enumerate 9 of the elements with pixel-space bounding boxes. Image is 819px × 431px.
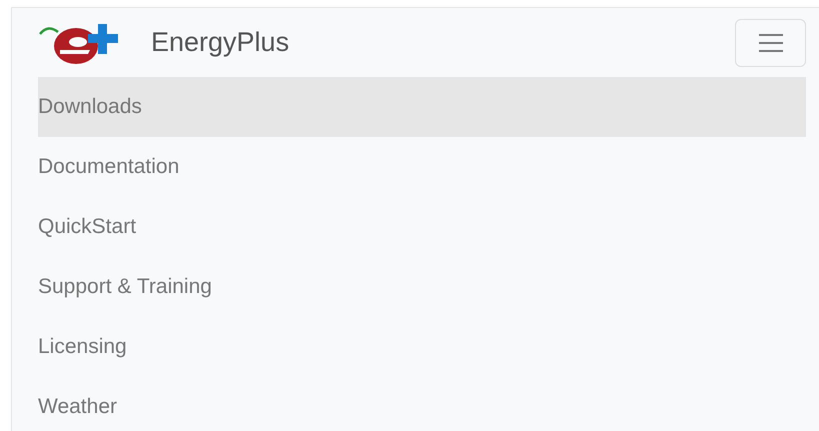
menu-button[interactable]	[735, 18, 806, 66]
nav-link[interactable]: Documentation	[38, 137, 806, 197]
nav-link[interactable]: Downloads	[38, 77, 806, 137]
nav-link[interactable]: QuickStart	[38, 197, 806, 257]
brand-name[interactable]: EnergyPlus	[151, 27, 290, 58]
nav-link[interactable]: Weather	[38, 377, 806, 431]
nav-link[interactable]: Support & Training	[38, 257, 806, 317]
nav-link[interactable]: Licensing	[38, 317, 806, 377]
menu-icon	[758, 32, 782, 54]
